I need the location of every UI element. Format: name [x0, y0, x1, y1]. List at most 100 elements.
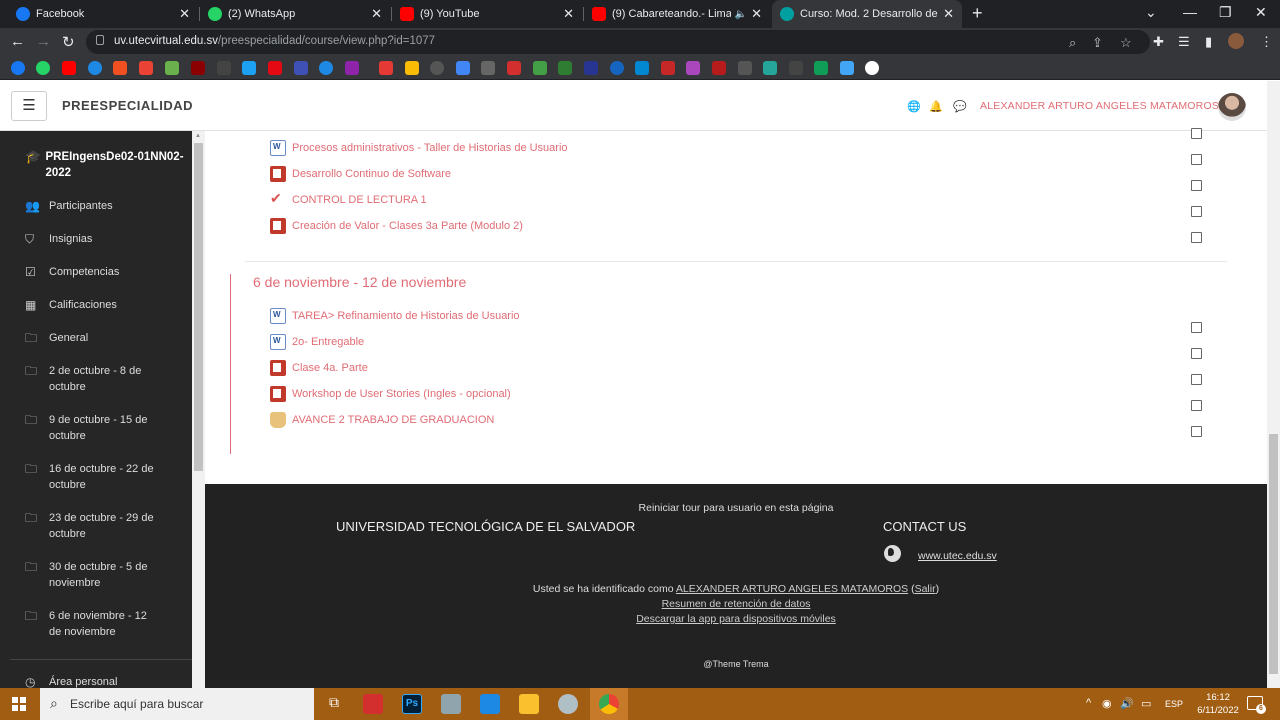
bookmark-icon[interactable] [635, 61, 649, 75]
chat-icon[interactable]: 💬 [953, 100, 967, 113]
completion-checkbox[interactable] [1191, 348, 1202, 359]
task-view-icon[interactable]: ⧉ [324, 694, 344, 714]
sidebar-course[interactable]: 🎓 PREIngensDe02-01NN02-2022 [25, 149, 185, 181]
bookmark-icon[interactable] [319, 61, 333, 75]
tab-curso[interactable]: Curso: Mod. 2 Desarrollo de entr ✕ [772, 0, 962, 28]
tab-whatsapp[interactable]: (2) WhatsApp ✕ [200, 0, 390, 28]
bookmark-icon[interactable] [405, 61, 419, 75]
bookmark-microsoft-icon[interactable] [113, 61, 127, 75]
share-icon[interactable]: ⇪ [1092, 35, 1103, 51]
tray-chevron-icon[interactable]: ^ [1086, 697, 1091, 709]
bookmark-icon[interactable] [294, 61, 308, 75]
network-icon[interactable]: ▭ [1141, 697, 1151, 710]
completion-checkbox[interactable] [1191, 128, 1202, 139]
bookmark-drive-icon[interactable] [814, 61, 828, 75]
bookmark-whatsapp-icon[interactable] [36, 61, 50, 75]
bookmark-icon[interactable] [558, 61, 572, 75]
close-tab-icon[interactable]: ✕ [751, 6, 762, 22]
completion-checkbox[interactable] [1191, 232, 1202, 243]
bookmark-icon[interactable] [217, 61, 231, 75]
completion-checkbox[interactable] [1191, 426, 1202, 437]
sidebar-item-calificaciones[interactable]: ▦ Calificaciones [25, 297, 190, 313]
close-tab-icon[interactable]: ✕ [943, 6, 954, 22]
volume-icon[interactable]: 🔊 [1120, 697, 1134, 710]
taskbar-search-input[interactable]: ⌕ Escribe aquí para buscar [40, 688, 314, 720]
bell-icon[interactable]: 🔔 [929, 100, 943, 113]
bookmark-youtube-icon[interactable] [62, 61, 76, 75]
bookmark-icon[interactable] [789, 61, 803, 75]
sidebar-scrollbar[interactable]: ▲ [192, 131, 205, 688]
bookmark-gmail-icon[interactable] [139, 61, 153, 75]
completion-checkbox[interactable] [1191, 374, 1202, 385]
activity-item[interactable]: Desarrollo Continuo de Software [270, 166, 451, 182]
user-menu[interactable]: ALEXANDER ARTURO ANGELES MATAMOROS [980, 100, 1219, 112]
data-retention-link[interactable]: Resumen de retención de datos [662, 598, 811, 610]
tray-app-icon[interactable]: ◉ [1102, 697, 1112, 710]
clock[interactable]: 16:12 6/11/2022 [1196, 691, 1240, 717]
tab-search-icon[interactable]: ⌄ [1145, 4, 1157, 21]
app-icon[interactable] [441, 694, 461, 714]
new-tab-icon[interactable]: + [972, 3, 983, 24]
bookmark-icon[interactable] [533, 61, 547, 75]
windows-start-icon[interactable] [12, 697, 26, 711]
close-tab-icon[interactable]: ✕ [371, 6, 382, 22]
site-name[interactable]: PREESPECIALIDAD [62, 98, 193, 113]
activity-item[interactable]: Clase 4a. Parte [270, 360, 368, 376]
bookmark-icon[interactable] [165, 61, 179, 75]
sidebar-item-week[interactable]: 🗀 16 de octubre - 22 de octubre [25, 461, 190, 493]
activity-item[interactable]: 2o- Entregable [270, 334, 364, 350]
sidebar-item-participantes[interactable]: 👥 Participantes [25, 198, 190, 214]
tab-youtube[interactable]: (9) YouTube ✕ [392, 0, 582, 28]
window-close-icon[interactable]: ✕ [1255, 4, 1267, 21]
speaker-icon[interactable]: 🔈 [735, 9, 747, 20]
bookmark-netflix-icon[interactable] [268, 61, 282, 75]
completion-checkbox[interactable] [1191, 400, 1202, 411]
url-field[interactable]: uv.utecvirtual.edu.sv/preespecialidad/co… [86, 30, 1150, 54]
bookmark-icon[interactable] [191, 61, 205, 75]
completion-checkbox[interactable] [1191, 180, 1202, 191]
sidebar-item-competencias[interactable]: ☑ Competencias [25, 264, 190, 280]
avatar[interactable] [1218, 93, 1246, 121]
bookmark-icon[interactable] [738, 61, 752, 75]
activity-item[interactable]: TAREA> Refinamiento de Historias de Usua… [270, 308, 520, 324]
extensions-icon[interactable]: ✚ [1153, 34, 1164, 50]
completion-checkbox[interactable] [1191, 322, 1202, 333]
bookmark-icon[interactable] [712, 61, 726, 75]
sidebar-item-insignias[interactable]: ⛉ Insignias [25, 231, 190, 247]
section-title[interactable]: 6 de noviembre - 12 de noviembre [253, 274, 466, 290]
menu-dots-icon[interactable]: ⋮ [1260, 34, 1273, 50]
restore-icon[interactable]: ❐ [1219, 4, 1232, 21]
language-indicator[interactable]: ESP [1165, 699, 1183, 709]
completion-checkbox[interactable] [1191, 206, 1202, 217]
tab-cabareteando[interactable]: (9) Cabareteando.- Lima, Per 🔈 ✕ [584, 0, 770, 28]
bookmark-icon[interactable] [840, 61, 854, 75]
close-tab-icon[interactable]: ✕ [179, 6, 190, 22]
tab-facebook[interactable]: Facebook ✕ [8, 0, 198, 28]
bookmark-icon[interactable] [507, 61, 521, 75]
reload-icon[interactable]: ↻ [62, 33, 75, 51]
reset-tour-link[interactable]: Reiniciar tour para usuario en esta pági… [205, 502, 1267, 514]
forward-icon[interactable]: → [36, 33, 51, 50]
chrome-icon[interactable] [599, 694, 619, 714]
bookmark-twitter-icon[interactable] [242, 61, 256, 75]
bookmark-icon[interactable] [865, 61, 879, 75]
activity-item[interactable]: Workshop de User Stories (Ingles - opcio… [270, 386, 511, 402]
app-icon[interactable] [558, 694, 578, 714]
activity-item[interactable]: AVANCE 2 TRABAJO DE GRADUACION [270, 412, 494, 428]
photoshop-icon[interactable]: Ps [402, 694, 422, 714]
minimize-icon[interactable]: — [1183, 4, 1197, 20]
scroll-up-icon[interactable]: ▲ [195, 133, 201, 139]
bookmark-icon[interactable] [610, 61, 624, 75]
sidebar-item-week[interactable]: 🗀 23 de octubre - 29 de octubre [25, 510, 190, 542]
bookmark-star-icon[interactable] [379, 61, 393, 75]
mobile-app-link[interactable]: Descargar la app para dispositivos móvil… [636, 613, 836, 625]
bookmark-icon[interactable] [88, 61, 102, 75]
acrobat-icon[interactable] [363, 694, 383, 714]
sidebar-item-week[interactable]: 🗀 9 de octubre - 15 de octubre [25, 412, 190, 444]
star-icon[interactable]: ☆ [1120, 35, 1132, 51]
file-explorer-icon[interactable] [519, 694, 539, 714]
profile-link[interactable]: ALEXANDER ARTURO ANGELES MATAMOROS [676, 583, 908, 595]
back-icon[interactable]: ← [10, 33, 25, 50]
activity-item[interactable]: Procesos administrativos - Taller de His… [270, 140, 568, 156]
sidepanel-icon[interactable]: ▮ [1205, 34, 1212, 50]
